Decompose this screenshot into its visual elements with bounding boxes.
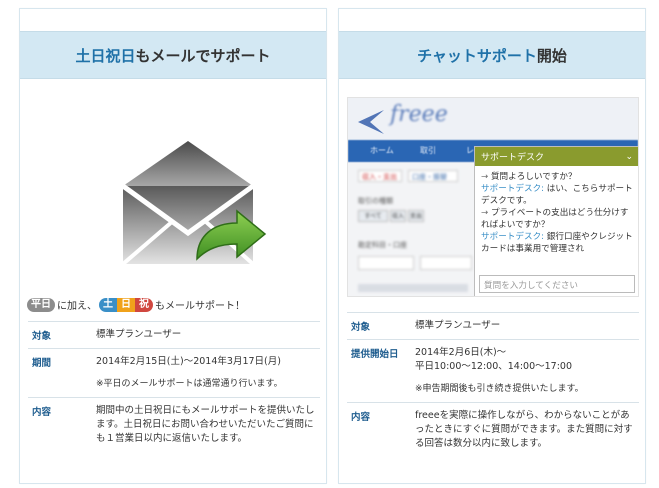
saturday-badge: 土 (99, 297, 117, 312)
screenshot-top-bar: freee (348, 98, 638, 140)
form-tab: 口座・振替 (408, 170, 458, 182)
note-text-2: もメールサポート！ (155, 301, 245, 312)
form-select (358, 256, 414, 270)
chat-agent-name: サポートデスク: (481, 232, 545, 242)
info-row-period: 期間 2014年2月15日(土)〜2014年3月17日(月) ※平日のメールサポ… (28, 348, 320, 397)
nav-item: 取引 (420, 146, 436, 155)
chat-support-info-table: 対象 標準プランユーザー 提供開始日 2014年2月6日(木)〜 平日10:00… (347, 312, 639, 457)
nav-item: レ (466, 146, 474, 155)
email-title-rest: もメールでサポート (135, 46, 271, 65)
form-button: 支出 (408, 210, 424, 222)
info-row-target: 対象 標準プランユーザー (347, 312, 639, 339)
email-support-info-table: 対象 標準プランユーザー 期間 2014年2月15日(土)〜2014年3月17日… (28, 321, 320, 452)
info-value: 標準プランユーザー (96, 329, 182, 340)
chat-agent-name: サポートデスク: (481, 184, 545, 194)
form-button: すべて (358, 210, 388, 222)
form-divider (358, 284, 468, 292)
info-value: 2014年2月15日(土)〜2014年3月17日(月) (96, 356, 281, 367)
form-label: 勘定科目・口座 (358, 241, 407, 249)
form-select (420, 256, 472, 270)
form-button: 収入 (390, 210, 406, 222)
info-value-wrap: 2014年2月15日(土)〜2014年3月17日(月) ※平日のメールサポートは… (96, 355, 320, 391)
chat-support-card: チャットサポート 開始 freee ホーム 取引 レ 収入・支出 口座・振替 取引… (338, 8, 646, 484)
support-desk-title: サポートデスク (481, 153, 545, 163)
chat-title-highlight: チャットサポート (417, 46, 537, 65)
email-support-title: 土日祝日 もメールでサポート (20, 31, 326, 79)
weekend-support-note: 平日 に加え、 土日祝 もメールサポート！ (27, 297, 245, 312)
freee-bird-icon (358, 110, 384, 134)
form-tab: 収入・支出 (358, 170, 402, 182)
freee-logo: freee (390, 102, 448, 127)
info-note: ※平日のメールサポートは通常通り行います。 (96, 379, 283, 389)
chat-title-rest: 開始 (536, 46, 567, 65)
chat-message-answer: サポートデスク: 銀行口座やクレジットカードは事業用で管理され (481, 231, 633, 255)
info-value: 2014年2月6日(木)〜 平日10:00〜12:00、14:00〜17:00 (415, 347, 573, 372)
info-value: freeeを実際に操作しながら、わからないことがあったときにすぐに質問ができます… (415, 410, 633, 449)
info-value: 標準プランユーザー (415, 320, 501, 331)
chat-message-answer: サポートデスク: はい、こちらサポートデスクです。 (481, 183, 633, 207)
support-desk-messages: 質問よろしいですか？ サポートデスク: はい、こちらサポートデスクです。 プライ… (475, 166, 638, 255)
chat-message-question: プライベートの支出はどう仕分けすればよいですか？ (481, 207, 633, 231)
info-label: 期間 (32, 358, 52, 369)
info-label: 対象 (351, 322, 371, 333)
envelope-icon (115, 141, 275, 266)
support-desk-widget: サポートデスク ⌄ 質問よろしいですか？ サポートデスク: はい、こちらサポート… (474, 146, 638, 296)
info-value: 期間中の土日祝日にもメールサポートを提供いたします。土日祝日にお問い合わせいただ… (96, 405, 315, 444)
screenshot-form: 収入・支出 口座・振替 取引の種類 すべて 収入 支出 勘定科目・口座 (358, 170, 476, 296)
chat-message-question: 質問よろしいですか？ (481, 171, 633, 183)
info-row-target: 対象 標準プランユーザー (28, 321, 320, 348)
chevron-down-icon[interactable]: ⌄ (625, 152, 633, 162)
info-label: 内容 (351, 412, 371, 423)
chat-support-title: チャットサポート 開始 (339, 31, 645, 79)
weekday-badge: 平日 (27, 297, 55, 312)
info-note: ※申告期間後も引き続き提供いたします。 (415, 384, 584, 394)
info-row-content: 内容 freeeを実際に操作しながら、わからないことがあったときにすぐに質問がで… (347, 402, 639, 457)
info-label: 対象 (32, 331, 52, 342)
note-text-1: に加え、 (57, 301, 97, 312)
chat-support-screenshot: freee ホーム 取引 レ 収入・支出 口座・振替 取引の種類 すべて 収入 … (347, 97, 639, 297)
nav-item: ホーム (370, 146, 394, 155)
email-title-highlight: 土日祝日 (75, 46, 136, 65)
info-row-content: 内容 期間中の土日祝日にもメールサポートを提供いたします。土日祝日にお問い合わせ… (28, 397, 320, 452)
info-label: 提供開始日 (351, 349, 399, 360)
email-support-card: 土日祝日 もメールでサポート 平日 に加え、 土 日 祝 もメールサポート！ 対… (19, 8, 327, 484)
support-desk-header[interactable]: サポートデスク ⌄ (475, 147, 638, 166)
sunday-badge: 日 (117, 297, 135, 312)
info-row-start-date: 提供開始日 2014年2月6日(木)〜 平日10:00〜12:00、14:00〜… (347, 339, 639, 402)
info-value-wrap: 2014年2月6日(木)〜 平日10:00〜12:00、14:00〜17:00 … (415, 346, 639, 396)
form-label: 取引の種類 (358, 197, 393, 205)
holiday-badge: 祝 (135, 297, 153, 312)
chat-question-input[interactable]: 質問を入力してください (479, 275, 635, 293)
info-label: 内容 (32, 407, 52, 418)
